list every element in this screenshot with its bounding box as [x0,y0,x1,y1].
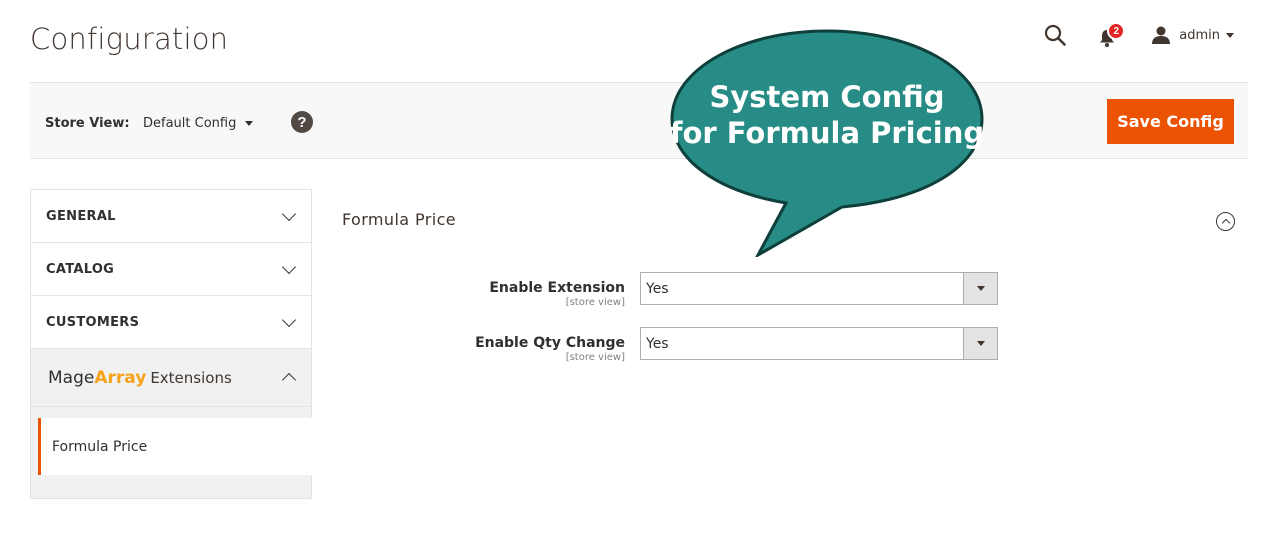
callout-text: System Config for Formula Pricing [666,79,988,151]
user-menu-caret-icon [1226,32,1234,38]
select-value: Yes [646,335,669,352]
user-menu[interactable]: admin [1151,25,1234,45]
collapse-section-icon[interactable] [1216,212,1235,231]
user-name: admin [1179,27,1220,43]
callout-line-2: for Formula Pricing [669,116,985,150]
sidebar-item-label: CUSTOMERS [46,314,140,330]
section-title[interactable]: Formula Price [342,210,456,229]
sidebar-subitem-formula-price[interactable]: Formula Price [38,418,312,475]
enable-extension-select[interactable]: Yes [640,272,998,305]
field-label: Enable Extension [489,280,625,296]
search-icon[interactable] [1043,23,1067,47]
enable-qty-change-select[interactable]: Yes [640,327,998,360]
chevron-down-icon [281,206,297,221]
sidebar-item-catalog[interactable]: CATALOG [31,243,311,296]
notifications-count-badge: 2 [1107,22,1126,40]
user-icon [1152,26,1171,44]
callout-speech-bubble: System Config for Formula Pricing [666,27,988,257]
field-scope: [store view] [565,352,625,363]
store-view-bar: Store View: Default Config ? Save Config [30,82,1248,159]
field-enable-extension: Enable Extension [store view] Yes [330,272,1000,312]
field-label: Enable Qty Change [475,335,625,351]
magearray-logo: MageArray Extensions [48,367,232,388]
page-title: Configuration [30,22,229,56]
field-enable-qty-change: Enable Qty Change [store view] Yes [330,327,1000,367]
select-arrow-icon [963,328,997,359]
help-icon[interactable]: ? [291,111,313,133]
chevron-up-icon [281,372,297,388]
notifications-bell-icon[interactable]: 2 [1097,22,1126,47]
store-view-switcher[interactable]: Default Config [143,116,254,131]
callout-line-1: System Config [709,80,945,114]
chevron-down-icon [281,312,297,327]
config-sidebar: GENERAL CATALOG CUSTOMERS MageArray Exten… [30,189,312,499]
chevron-down-icon [281,259,297,274]
select-value: Yes [646,280,669,297]
store-view-caret-icon [245,121,254,126]
sidebar-item-label: GENERAL [46,208,116,224]
sidebar-item-customers[interactable]: CUSTOMERS [31,296,311,349]
sidebar-item-magearray-extensions[interactable]: MageArray Extensions [31,349,311,407]
save-config-button[interactable]: Save Config [1107,99,1234,144]
store-view-label: Store View: [45,116,130,131]
sidebar-item-general[interactable]: GENERAL [31,190,311,243]
header-actions: 2 admin [1043,20,1234,50]
field-scope: [store view] [565,297,625,308]
sidebar-item-label: CATALOG [46,261,115,277]
store-view-value: Default Config [143,116,237,131]
select-arrow-icon [963,273,997,304]
